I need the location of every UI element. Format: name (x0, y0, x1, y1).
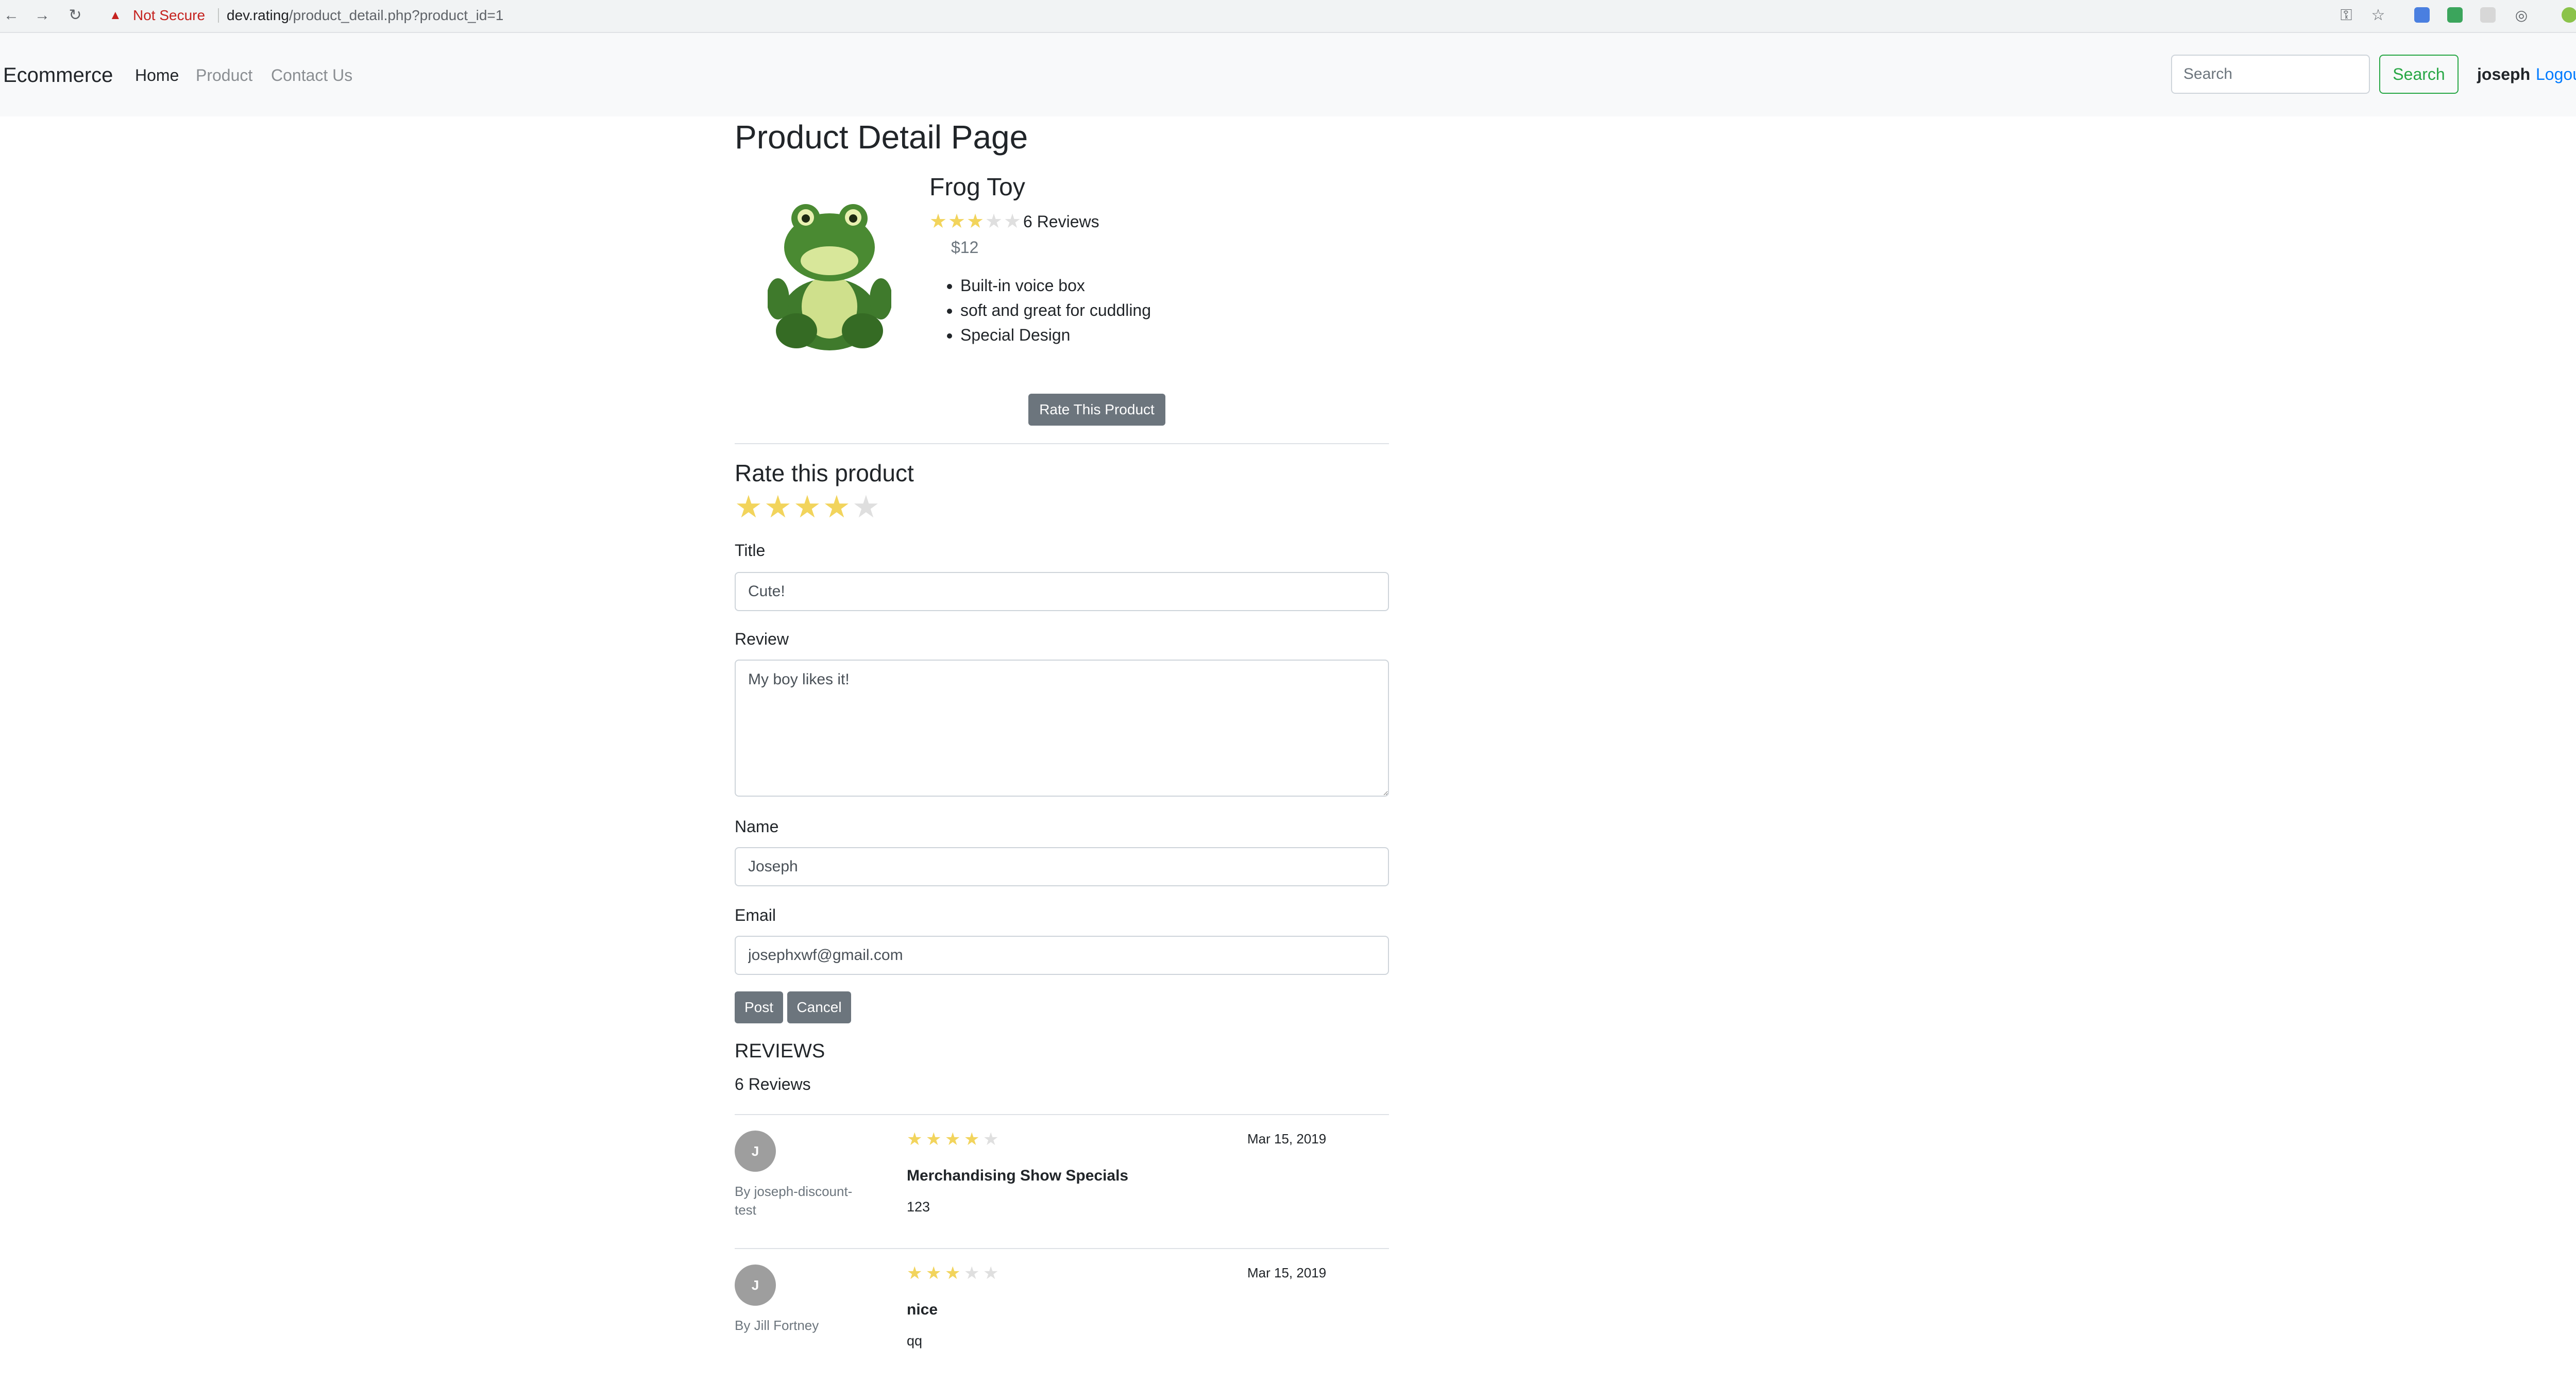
star-filled-icon: ★ (967, 211, 985, 232)
review-rating-stars: ★ ★ ★ ★ ★ (907, 1130, 1002, 1149)
star-filled-icon: ★ (945, 1263, 961, 1283)
extension-icon[interactable] (2447, 7, 2463, 23)
product-price: $12 (951, 238, 979, 257)
title-label: Title (735, 541, 766, 560)
review-item: J By joseph-discount-test ★ ★ ★ ★ ★ Mar 15, … (735, 1115, 1389, 1248)
review-label: Review (735, 630, 789, 648)
reviewer-name: By Jill Fortney (735, 1318, 819, 1333)
url-host: dev.rating (227, 7, 289, 23)
star-filled-icon[interactable]: ★ (823, 492, 852, 523)
search-input[interactable] (2171, 55, 2370, 94)
star-filled-icon: ★ (926, 1263, 942, 1283)
product-rating-stars: ★ ★ ★ ★ ★ (929, 211, 1022, 232)
address-bar[interactable]: ▲ Not Secure dev.rating/product_detail.p… (98, 2, 2324, 28)
bookmark-star-icon[interactable]: ☆ (2368, 5, 2388, 26)
review-date: Mar 15, 2019 (1247, 1265, 1327, 1280)
divider (735, 443, 1389, 444)
product-image-frog-toy (768, 204, 891, 350)
star-filled-icon: ★ (926, 1130, 942, 1149)
reviews-heading: REVIEWS (735, 1040, 825, 1062)
feature-item: soft and great for cuddling (960, 298, 1151, 323)
review-item: J By Jill Fortney ★ ★ ★ ★ ★ Mar 15, 2019 nic… (735, 1249, 1389, 1382)
review-title: Merchandising Show Specials (907, 1167, 1129, 1184)
email-label: Email (735, 906, 776, 924)
review-date: Mar 15, 2019 (1247, 1131, 1327, 1147)
star-filled-icon: ★ (964, 1130, 980, 1149)
extension-icon[interactable] (2480, 7, 2496, 23)
reviews-count: 6 Reviews (735, 1075, 811, 1093)
name-input[interactable] (735, 847, 1389, 886)
brand-logo[interactable]: Ecommerce (3, 62, 113, 89)
star-filled-icon[interactable]: ★ (735, 492, 764, 523)
star-empty-icon[interactable]: ★ (852, 492, 882, 523)
key-icon[interactable]: ⚿ (2336, 5, 2357, 26)
feature-item: Built-in voice box (960, 273, 1151, 298)
globe-icon[interactable]: ◎ (2511, 5, 2532, 26)
product-review-count[interactable]: 6 Reviews (1023, 211, 1099, 232)
star-empty-icon: ★ (985, 211, 1003, 232)
rating-star-selector[interactable]: ★ ★ ★ ★ ★ (735, 492, 882, 523)
review-title-input[interactable] (735, 572, 1389, 611)
star-empty-icon: ★ (983, 1263, 999, 1283)
star-filled-icon: ★ (907, 1130, 923, 1149)
back-icon[interactable]: ← (0, 4, 23, 27)
warning-icon: ▲ (109, 8, 122, 22)
review-body: qq (907, 1333, 923, 1349)
logout-link[interactable]: Logout (2536, 63, 2576, 86)
email-input[interactable] (735, 936, 1389, 975)
product-name: Frog Toy (929, 174, 1025, 201)
reviewer-name: By joseph-discount-test (735, 1184, 853, 1218)
url-path: /product_detail.php?product_id=1 (289, 7, 504, 23)
review-title: nice (907, 1301, 938, 1318)
browser-toolbar: ← → ↻ ▲ Not Secure dev.rating/product_de… (0, 0, 2576, 33)
star-empty-icon: ★ (964, 1263, 980, 1283)
star-filled-icon: ★ (907, 1263, 923, 1283)
extension-icon[interactable] (2414, 7, 2430, 23)
search-button[interactable]: Search (2379, 55, 2459, 94)
security-indicator[interactable]: Not Secure (133, 5, 205, 26)
star-filled-icon: ★ (948, 211, 966, 232)
rate-this-product-button[interactable]: Rate This Product (1028, 394, 1165, 426)
page-title: Product Detail Page (735, 119, 1028, 156)
site-navbar: Ecommerce Home Product Contact Us Search… (0, 33, 2576, 116)
review-rating-stars: ★ ★ ★ ★ ★ (907, 1263, 1002, 1283)
nav-contact-link[interactable]: Contact Us (271, 64, 352, 87)
post-button[interactable]: Post (735, 991, 783, 1023)
username: joseph (2477, 65, 2531, 83)
star-filled-icon: ★ (945, 1130, 961, 1149)
star-filled-icon[interactable]: ★ (793, 492, 823, 523)
profile-avatar-icon[interactable] (2562, 7, 2576, 23)
reload-icon[interactable]: ↻ (64, 4, 87, 27)
star-empty-icon: ★ (1004, 211, 1022, 232)
star-empty-icon: ★ (983, 1130, 999, 1149)
cancel-button[interactable]: Cancel (787, 991, 851, 1023)
reviewer-avatar: J (735, 1265, 776, 1306)
product-features-list: Built-in voice box soft and great for cu… (935, 273, 1151, 347)
nav-home-link[interactable]: Home (135, 64, 179, 87)
feature-item: Special Design (960, 323, 1151, 347)
review-body: 123 (907, 1199, 930, 1215)
address-divider (218, 8, 219, 23)
star-filled-icon[interactable]: ★ (764, 492, 793, 523)
star-filled-icon: ★ (929, 211, 947, 232)
url-text[interactable]: dev.rating/product_detail.php?product_id… (227, 5, 503, 26)
review-textarea[interactable]: My boy likes it! (735, 660, 1389, 797)
name-label: Name (735, 817, 779, 836)
forward-icon[interactable]: → (31, 4, 54, 27)
nav-product-link[interactable]: Product (196, 64, 252, 87)
rate-form-heading: Rate this product (735, 460, 914, 486)
reviewer-avatar: J (735, 1131, 776, 1172)
